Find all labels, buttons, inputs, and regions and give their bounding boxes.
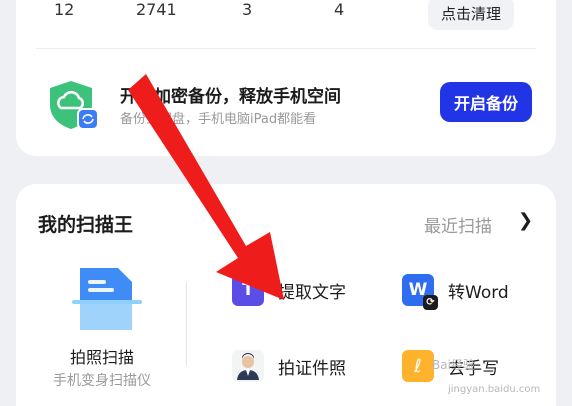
extract-text-button[interactable]: T 提取文字 [232, 274, 346, 306]
backup-title: 开启加密备份，释放手机空间 [120, 87, 341, 107]
backup-subtitle: 备份到网盘，手机电脑iPad都能看 [120, 112, 317, 127]
watermark: Bai经验 [432, 358, 475, 372]
convert-word-button[interactable]: W ⟳ 转Word [402, 274, 509, 310]
clean-button[interactable]: 点击清理 [428, 0, 514, 30]
chevron-right-icon[interactable]: ❯ [518, 210, 533, 231]
word-convert-icon: W ⟳ [402, 274, 438, 310]
stat-value: 3 [242, 0, 253, 19]
id-photo-icon [232, 350, 264, 382]
feature-label: 提取文字 [278, 282, 346, 303]
stat-value: 4 [334, 0, 345, 19]
divider [36, 48, 536, 49]
stat-value: 12 [54, 0, 75, 19]
text-extract-icon: T [232, 274, 264, 306]
stat-value: 2741 [136, 0, 177, 19]
feature-label: 拍证件照 [278, 358, 346, 379]
feature-label: 转Word [448, 282, 509, 303]
document-scan-icon[interactable] [72, 266, 142, 332]
shield-cloud-icon [50, 81, 99, 130]
section-title: 我的扫描王 [38, 214, 134, 236]
remove-handwriting-icon: ℓ [402, 350, 434, 382]
sync-icon: ⟳ [423, 295, 438, 310]
id-photo-button[interactable]: 拍证件照 [232, 350, 346, 382]
photo-scan-label[interactable]: 拍照扫描 [16, 344, 188, 368]
recent-scans-link[interactable]: 最近扫描 [424, 212, 492, 237]
watermark-url: jingyan.baidu.com [448, 384, 541, 395]
start-backup-button[interactable]: 开启备份 [440, 82, 532, 122]
photo-scan-subtitle: 手机变身扫描仪 [53, 373, 151, 389]
vertical-divider [186, 282, 187, 366]
scan-card: 我的扫描王 最近扫描 ❯ 拍照扫描 手机变身扫描仪 T 提取文字 W ⟳ 转Wo… [16, 184, 556, 406]
backup-card: 12 2741 3 4 点击清理 开启加密备份，释放手机空间 备份到网盘，手机电… [16, 0, 556, 156]
